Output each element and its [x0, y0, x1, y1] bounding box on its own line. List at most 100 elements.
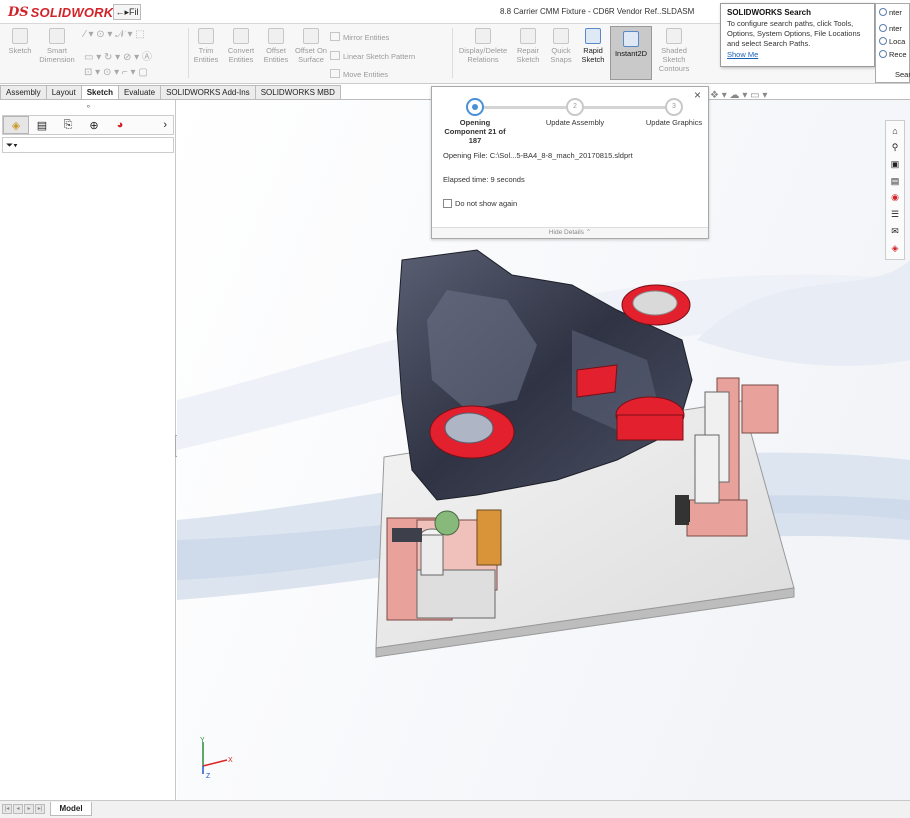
heads-up-toolbar: ❖ ▾ ☁ ▾ ▭ ▾ [710, 90, 767, 101]
hide-details-button[interactable]: Hide Details ⌃ [432, 227, 708, 238]
smart-dimension-button[interactable]: Smart Dimension [36, 28, 78, 64]
left-support-block [416, 569, 496, 619]
move-entities-button[interactable]: Move Entities [330, 69, 388, 79]
appearances-icon[interactable]: ◉ [889, 191, 901, 203]
logo-mark: DS [8, 4, 29, 20]
tab-model[interactable]: Model [50, 802, 92, 816]
move-icon [330, 69, 340, 78]
file-explorer-icon[interactable]: ▤ [889, 175, 901, 187]
mirror-entities-button[interactable]: Mirror Entities [330, 32, 389, 42]
search-menu-item[interactable]: nter [879, 8, 902, 17]
recent-icon [879, 50, 887, 58]
instant2d-button[interactable]: Instant2D [610, 26, 652, 80]
shaded-sketch-contours-button[interactable]: Shaded Sketch Contours [653, 28, 695, 73]
elapsed-time-text: Elapsed time: 9 seconds [443, 175, 525, 184]
snaps-icon [553, 28, 569, 44]
instant2d-icon [623, 31, 639, 47]
last-tab-icon[interactable]: ▸| [35, 804, 45, 814]
view-settings-monitor-icon[interactable]: ▭ ▾ [750, 90, 767, 101]
slot-icon[interactable]: ⊡ ▾ ⊙ ▾ ⌐ ▾ ▢ [84, 67, 148, 78]
right-clamp-block [741, 384, 779, 434]
show-me-link[interactable]: Show Me [727, 50, 758, 59]
forum-icon[interactable]: ✉ [889, 225, 901, 237]
document-title: 8.8 Carrier CMM Fixture - CD6R Vendor Re… [500, 7, 695, 16]
mirror-icon [330, 32, 340, 41]
home-icon[interactable]: ⌂ [889, 125, 901, 137]
search-menu-item[interactable]: Loca [879, 37, 905, 46]
trim-entities-button[interactable]: Trim Entities [186, 28, 226, 64]
step-3-indicator: 3 [665, 98, 683, 116]
step-2-label: Update Assembly [545, 118, 605, 127]
tab-addins[interactable]: SOLIDWORKS Add-Ins [160, 85, 256, 99]
manager-tabs: ◈ ▤ ⎘ ⊕ ◕ › [2, 115, 174, 135]
offset-on-surface-button[interactable]: Offset On Surface [291, 28, 331, 64]
right-clamp-block [686, 499, 748, 537]
logo-text: SOLIDWORKS [30, 4, 123, 20]
triad-x-label: X [228, 757, 233, 764]
trim-icon [198, 28, 214, 44]
panel-grip-icon[interactable]: ⚬ [85, 102, 92, 111]
tab-evaluate[interactable]: Evaluate [117, 85, 162, 99]
smart-dimension-icon [49, 28, 65, 44]
sketch-icon [12, 28, 28, 44]
line-icon[interactable]: ⁄ ▾ ⊙ ▾ 𝒩 ▾ ⬚ [84, 29, 145, 40]
chevron-up-icon: ⌃ [585, 229, 592, 236]
do-not-show-again-checkbox[interactable]: Do not show again [443, 199, 517, 208]
view-settings-icon[interactable]: ❖ ▾ [710, 90, 727, 101]
pin-menu-button[interactable]: ←▸Fil [113, 4, 141, 20]
repair-icon [520, 28, 536, 44]
solidworks-logo[interactable]: DS SOLIDWORKS [8, 4, 122, 20]
feature-manager-icon[interactable]: ◈ [3, 116, 29, 134]
search-button[interactable]: Sear [895, 70, 910, 79]
display-delete-relations-button[interactable]: Display/Delete Relations [456, 28, 510, 64]
sketch-button[interactable]: Sketch [0, 28, 40, 55]
command-tabs: Assembly Layout Sketch Evaluate SOLIDWOR… [0, 85, 341, 99]
feature-manager-panel: ⚬ ◈ ▤ ⎘ ⊕ ◕ › ⏷▾ [0, 100, 176, 800]
search-menu-item[interactable]: Rece [879, 50, 907, 59]
relations-icon [475, 28, 491, 44]
first-tab-icon[interactable]: |◂ [2, 804, 12, 814]
prev-tab-icon[interactable]: ◂ [13, 804, 23, 814]
pattern-icon [330, 51, 340, 60]
step-2-indicator: 2 [566, 98, 584, 116]
filter-field[interactable]: ⏷▾ [2, 137, 174, 153]
design-library-icon[interactable]: ▣ [889, 158, 901, 170]
offset-entities-button[interactable]: Offset Entities [256, 28, 296, 64]
chevron-right-icon[interactable]: › [163, 119, 167, 131]
ribbon-separator [452, 28, 453, 78]
search-menu-item[interactable]: nter [879, 24, 902, 33]
offset-icon [268, 28, 284, 44]
tab-mbd[interactable]: SOLIDWORKS MBD [254, 85, 341, 99]
bore-ring-side [616, 414, 684, 441]
display-manager-icon[interactable]: ◕ [107, 116, 133, 134]
linear-sketch-pattern-button[interactable]: Linear Sketch Pattern [330, 51, 415, 61]
custom-properties-icon[interactable]: ☰ [889, 208, 901, 220]
rapid-sketch-button[interactable]: Rapid Sketch [577, 28, 609, 64]
tab-scroll-buttons: |◂ ◂ ▸ ▸| [2, 804, 45, 814]
search-tooltip-body: To configure search paths, click Tools, … [727, 19, 861, 48]
rectangle-icon[interactable]: ▭ ▾ ↻ ▾ ⊘ ▾ Ⓐ [84, 48, 152, 63]
tab-assembly[interactable]: Assembly [0, 85, 47, 99]
convert-entities-button[interactable]: Convert Entities [221, 28, 261, 64]
next-tab-icon[interactable]: ▸ [24, 804, 34, 814]
solidworks-community-icon[interactable]: ◈ [889, 242, 901, 254]
clamp-arm [476, 509, 502, 566]
repair-sketch-button[interactable]: Repair Sketch [511, 28, 545, 64]
property-manager-icon[interactable]: ▤ [29, 116, 55, 134]
close-icon[interactable]: × [694, 88, 701, 102]
tab-layout[interactable]: Layout [45, 85, 82, 99]
dimxpert-manager-icon[interactable]: ⊕ [81, 116, 107, 134]
triad-y-label: Y [200, 737, 205, 744]
checkbox-icon[interactable] [443, 199, 452, 208]
progress-connector [584, 106, 666, 109]
triad-x-axis [202, 759, 228, 767]
scene-icon[interactable]: ☁ ▾ [730, 90, 748, 101]
rest-button [675, 495, 689, 525]
quick-snaps-button[interactable]: Quick Snaps [546, 28, 576, 64]
configuration-manager-icon[interactable]: ⎘ [55, 116, 81, 134]
tab-sketch[interactable]: Sketch [80, 85, 119, 99]
resources-icon[interactable]: ⚲ [889, 141, 901, 153]
progress-connector [484, 106, 566, 109]
loading-progress-dialog: × 2 3 Opening Component 21 of 187 Update… [431, 86, 709, 239]
convert-icon [233, 28, 249, 44]
